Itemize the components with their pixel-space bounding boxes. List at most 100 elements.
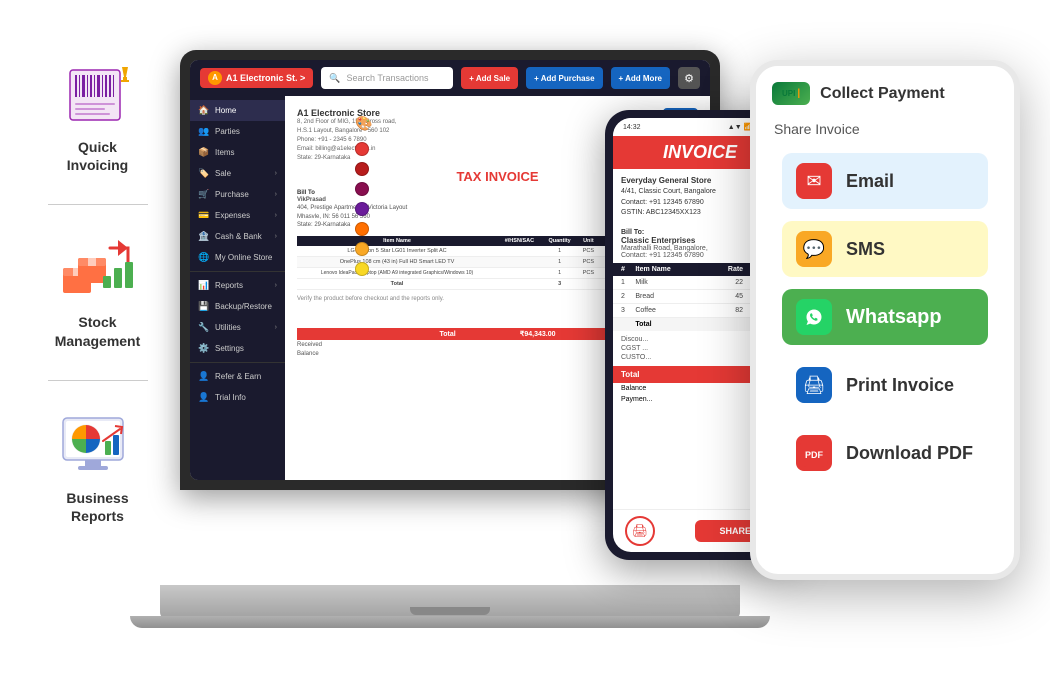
color-circle-orange[interactable] <box>355 222 369 236</box>
share-option-print[interactable]: 🖨 Print Invoice <box>782 357 988 413</box>
item-name-3: Lenovo IdeaPad 3 laptop (AMD A9 integrat… <box>297 267 497 278</box>
chevron-right-icon-2: › <box>275 191 277 198</box>
utilities-icon: 🔧 <box>198 322 210 333</box>
laptop-notch <box>410 607 490 615</box>
sidebar-item-parties[interactable]: 👥 Parties <box>190 121 285 142</box>
search-bar[interactable]: 🔍 Search Transactions <box>321 67 453 89</box>
color-circle-maroon[interactable] <box>355 182 369 196</box>
online-store-icon: 🌐 <box>198 252 210 263</box>
sidebar-label-parties: Parties <box>215 127 240 136</box>
sidebar-item-home[interactable]: 🏠 Home <box>190 100 285 121</box>
sidebar-item-sale[interactable]: 🏷️ Sale › <box>190 163 285 184</box>
pdf-icon: PDF <box>796 435 832 471</box>
upi-collect-row: UPI | Collect Payment <box>772 82 998 105</box>
phone-col-no: # <box>621 266 635 273</box>
palette-icon[interactable]: 🎨 <box>355 115 375 132</box>
color-circle-purple[interactable] <box>355 202 369 216</box>
share-option-whatsapp[interactable]: Whatsapp <box>782 289 988 345</box>
phone-grand-total-label: Total <box>621 370 640 379</box>
store-badge[interactable]: A A1 Electronic St. > <box>200 68 313 88</box>
stock-management-label: Stock Management <box>55 313 141 349</box>
items-icon: 📦 <box>198 147 210 158</box>
settings-sidebar-icon: ⚙️ <box>198 343 210 354</box>
business-reports-label: Business Reports <box>66 489 128 525</box>
phone-col-rate: Rate <box>707 266 743 273</box>
item-name-1: LG 1.5 Ton 5 Star LG01 Inverter Split AC <box>297 246 497 257</box>
sidebar-item-purchase[interactable]: 🛒 Purchase › <box>190 184 285 205</box>
sale-icon: 🏷️ <box>198 168 210 179</box>
color-circle-red[interactable] <box>355 142 369 156</box>
color-palette: 🎨 <box>355 115 375 276</box>
share-option-sms[interactable]: 💬 SMS <box>782 221 988 277</box>
divider-1 <box>48 204 148 205</box>
sidebar-label-items: Items <box>215 148 235 157</box>
avatar-circle: A <box>208 71 222 85</box>
invoice-note: Verify the product before checkout and t… <box>297 296 444 324</box>
color-circle-yellow[interactable] <box>355 262 369 276</box>
laptop-base <box>160 585 740 620</box>
phone-print-button[interactable]: 🖨 <box>625 516 655 546</box>
print-label: Print Invoice <box>846 375 954 396</box>
invoice-company-block: A1 Electronic Store 8, 2nd Floor of MIG,… <box>297 108 396 163</box>
sidebar-label-settings: Settings <box>215 344 244 353</box>
invoice-company-name: A1 Electronic Store <box>297 108 396 118</box>
sidebar-item-utilities[interactable]: 🔧 Utilities › <box>190 317 285 338</box>
sidebar-label-purchase: Purchase <box>215 190 249 199</box>
share-header: UPI | Collect Payment Share Invoice ✉ Em… <box>756 66 1014 501</box>
sidebar-label-home: Home <box>215 106 236 115</box>
print-icon: 🖨 <box>796 367 832 403</box>
upi-logo: UPI | <box>772 82 810 105</box>
col-header-item: Item Name <box>297 236 497 246</box>
svg-text:PDF: PDF <box>805 450 824 460</box>
divider-2 <box>48 380 148 381</box>
refer-icon: 👤 <box>198 371 210 382</box>
sidebar-item-refer[interactable]: 👤 Refer & Earn <box>190 366 285 387</box>
add-sale-button[interactable]: + Add Sale <box>461 67 518 89</box>
sidebar-item-backup[interactable]: 💾 Backup/Restore <box>190 296 285 317</box>
sidebar-item-cash-bank[interactable]: 🏦 Cash & Bank › <box>190 226 285 247</box>
store-name: A1 Electronic St. > <box>226 73 305 83</box>
business-reports-icon-box <box>53 411 143 481</box>
add-more-button[interactable]: + Add More <box>611 67 670 89</box>
stock-icon <box>58 238 138 303</box>
laptop-bottom-bar <box>130 616 770 628</box>
invoice-company-details: 8, 2nd Floor of MIG, 15th Cross road, H.… <box>297 118 396 163</box>
email-label: Email <box>846 171 894 192</box>
color-circle-amber[interactable] <box>355 242 369 256</box>
sidebar-item-items[interactable]: 📦 Items <box>190 142 285 163</box>
sidebar-item-expenses[interactable]: 💳 Expenses › <box>190 205 285 226</box>
sidebar-item-settings[interactable]: ⚙️ Settings <box>190 338 285 359</box>
reports-icon <box>58 413 138 478</box>
app-sidebar: 🏠 Home 👥 Parties 📦 Items 🏷️ Sale › <box>190 96 285 480</box>
search-placeholder: Search Transactions <box>347 73 429 83</box>
sidebar-item-online-store[interactable]: 🌐 My Online Store <box>190 247 285 268</box>
color-circle-darkred[interactable] <box>355 162 369 176</box>
purchase-icon: 🛒 <box>198 189 210 200</box>
sidebar-divider <box>190 271 285 272</box>
parties-icon: 👥 <box>198 126 210 137</box>
share-option-email[interactable]: ✉ Email <box>782 153 988 209</box>
sidebar-label-backup: Backup/Restore <box>215 302 272 311</box>
backup-icon: 💾 <box>198 301 210 312</box>
features-panel: Quick Invoicing <box>20 60 175 525</box>
bill-to-name: VikPrasad 404, Prestige Apartments, Vict… <box>297 196 407 230</box>
quick-invoicing-icon-box <box>53 60 143 130</box>
quick-invoicing-label: Quick Invoicing <box>67 138 128 174</box>
share-option-download[interactable]: PDF Download PDF <box>782 425 988 481</box>
settings-button[interactable]: ⚙ <box>678 67 700 89</box>
phone-right: UPI | Collect Payment Share Invoice ✉ Em… <box>750 60 1020 580</box>
whatsapp-label: Whatsapp <box>846 306 942 329</box>
whatsapp-icon <box>796 299 832 335</box>
phone-col-name: Item Name <box>635 266 707 273</box>
cash-bank-icon: 🏦 <box>198 231 210 242</box>
sidebar-item-trial[interactable]: 👤 Trial Info <box>190 387 285 408</box>
quick-invoicing-icon <box>60 65 135 125</box>
add-purchase-button[interactable]: + Add Purchase <box>526 67 602 89</box>
col-header-qty: Quantity <box>542 236 578 246</box>
sidebar-item-reports[interactable]: 📊 Reports › <box>190 275 285 296</box>
chevron-right-icon-6: › <box>275 324 277 331</box>
home-icon: 🏠 <box>198 105 210 116</box>
chevron-right-icon-3: › <box>275 212 277 219</box>
bill-to-block: Bill To VikPrasad 404, Prestige Apartmen… <box>297 190 407 230</box>
search-icon: 🔍 <box>329 73 340 84</box>
